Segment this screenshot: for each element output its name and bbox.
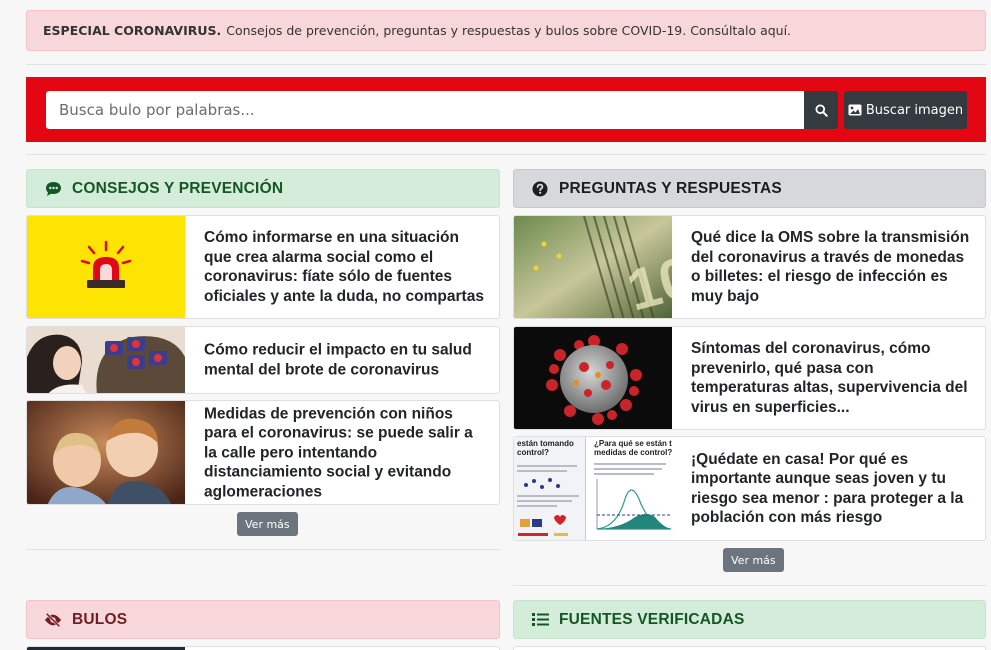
- infographic-right-heading: medidas de control?: [594, 448, 672, 457]
- search-image-label: Buscar imagen: [865, 102, 964, 118]
- infographic-right-heading: ¿Para qué se están toma: [594, 439, 672, 448]
- article-thumbnail: [514, 327, 672, 429]
- article-card[interactable]: [26, 646, 500, 650]
- search-button[interactable]: [804, 91, 838, 129]
- divider: [26, 64, 986, 65]
- list-icon: [531, 611, 549, 629]
- ver-mas-button[interactable]: Ver más: [723, 548, 784, 572]
- fuentes-header[interactable]: FUENTES VERIFICADAS: [513, 600, 986, 639]
- article-card[interactable]: Medidas de prevención con niños para el …: [26, 400, 500, 505]
- article-thumbnail: [27, 216, 185, 318]
- article-title[interactable]: ¡Quédate en casa! Por qué es importante …: [691, 450, 975, 528]
- divider: [26, 154, 986, 155]
- infographic-left-heading: control?: [517, 448, 549, 457]
- image-icon: [848, 104, 862, 116]
- infographic-left: están tomando control?: [514, 437, 586, 540]
- article-title[interactable]: Síntomas del coronavirus, cómo prevenirl…: [691, 339, 975, 417]
- article-thumbnail: 100: [514, 216, 672, 318]
- article-title[interactable]: Cómo reducir el impacto en tu salud ment…: [204, 341, 489, 380]
- search-input[interactable]: [46, 91, 805, 129]
- question-circle-icon: [531, 180, 549, 198]
- eye-slash-icon: [44, 611, 62, 629]
- article-thumbnail: [27, 401, 185, 504]
- special-coronavirus-alert[interactable]: ESPECIAL CORONAVIRUS. Consejos de prevenc…: [26, 10, 986, 51]
- siren-icon: [80, 240, 132, 288]
- article-title[interactable]: Medidas de prevención con niños para el …: [204, 404, 489, 502]
- comment-dots-icon: [44, 180, 62, 198]
- search-bar: Buscar imagen: [26, 77, 986, 142]
- bulos-header[interactable]: BULOS: [26, 600, 500, 639]
- article-card[interactable]: Cómo informarse en una situación que cre…: [26, 215, 500, 319]
- article-card[interactable]: Cómo reducir el impacto en tu salud ment…: [26, 326, 500, 394]
- consejos-header[interactable]: CONSEJOS Y PREVENCIÓN: [26, 169, 500, 208]
- bulos-title: BULOS: [72, 610, 128, 628]
- article-card[interactable]: [513, 646, 986, 650]
- article-thumbnail: [27, 327, 185, 393]
- infographic-left-heading: están tomando: [517, 439, 574, 448]
- search-icon: [814, 103, 828, 117]
- alert-text: Consejos de prevención, preguntas y resp…: [226, 23, 792, 38]
- preguntas-title: PREGUNTAS Y RESPUESTAS: [559, 179, 782, 197]
- search-image-button[interactable]: Buscar imagen: [844, 91, 967, 129]
- divider: [26, 549, 500, 550]
- article-title[interactable]: Cómo informarse en una situación que cre…: [204, 228, 489, 306]
- divider: [513, 585, 986, 586]
- alert-bold: ESPECIAL CORONAVIRUS.: [43, 23, 222, 38]
- infographic-right: ¿Para qué se están toma medidas de contr…: [591, 437, 672, 540]
- fuentes-title: FUENTES VERIFICADAS: [559, 610, 745, 628]
- ver-mas-button[interactable]: Ver más: [237, 512, 298, 536]
- article-card[interactable]: están tomando control? ¿Para qué se está…: [513, 436, 986, 541]
- article-title[interactable]: Qué dice la OMS sobre la transmisión del…: [691, 228, 975, 306]
- preguntas-header[interactable]: PREGUNTAS Y RESPUESTAS: [513, 169, 986, 208]
- article-thumbnail: están tomando control? ¿Para qué se está…: [514, 437, 672, 540]
- consejos-title: CONSEJOS Y PREVENCIÓN: [72, 179, 284, 197]
- article-card[interactable]: 100 Qué dice la OMS sobre la transmisión…: [513, 215, 986, 319]
- article-card[interactable]: Síntomas del coronavirus, cómo prevenirl…: [513, 326, 986, 430]
